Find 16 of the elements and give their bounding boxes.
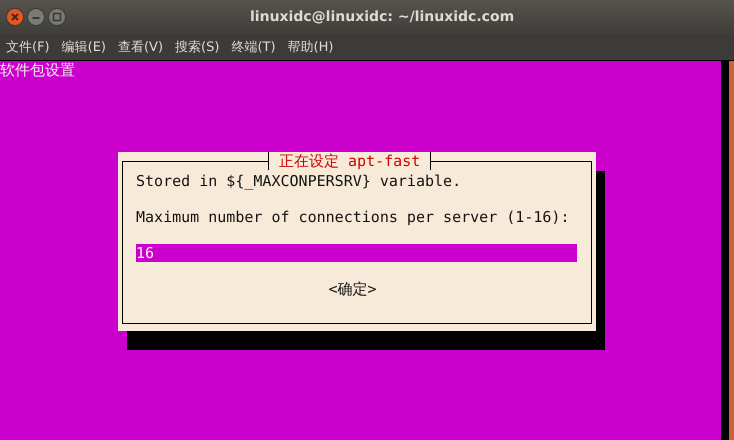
maximize-icon[interactable] (48, 8, 66, 26)
window-title: linuxidc@linuxidc: ~/linuxidc.com (250, 9, 514, 25)
menu-item[interactable]: 帮助(H) (288, 38, 334, 56)
minimize-icon[interactable] (27, 8, 45, 26)
menu-item[interactable]: 终端(T) (231, 38, 276, 56)
dialog-title: 正在设定 apt-fast (268, 152, 432, 170)
menu-item[interactable]: 搜索(S) (175, 38, 220, 56)
input-field[interactable]: 16 (136, 244, 577, 262)
close-icon[interactable] (6, 8, 24, 26)
menu-item[interactable]: 文件(F) (6, 38, 50, 56)
menu-item[interactable]: 编辑(E) (62, 38, 106, 56)
ok-button[interactable]: <确定> (328, 280, 377, 298)
terminal-heading: 软件包设置 (0, 61, 76, 79)
menu-item[interactable]: 查看(V) (118, 38, 164, 56)
dialog-text: Stored in ${_MAXCONPERSRV} variable. (136, 172, 462, 190)
dialog-text: Maximum number of connections per server (1-16): (136, 208, 570, 226)
